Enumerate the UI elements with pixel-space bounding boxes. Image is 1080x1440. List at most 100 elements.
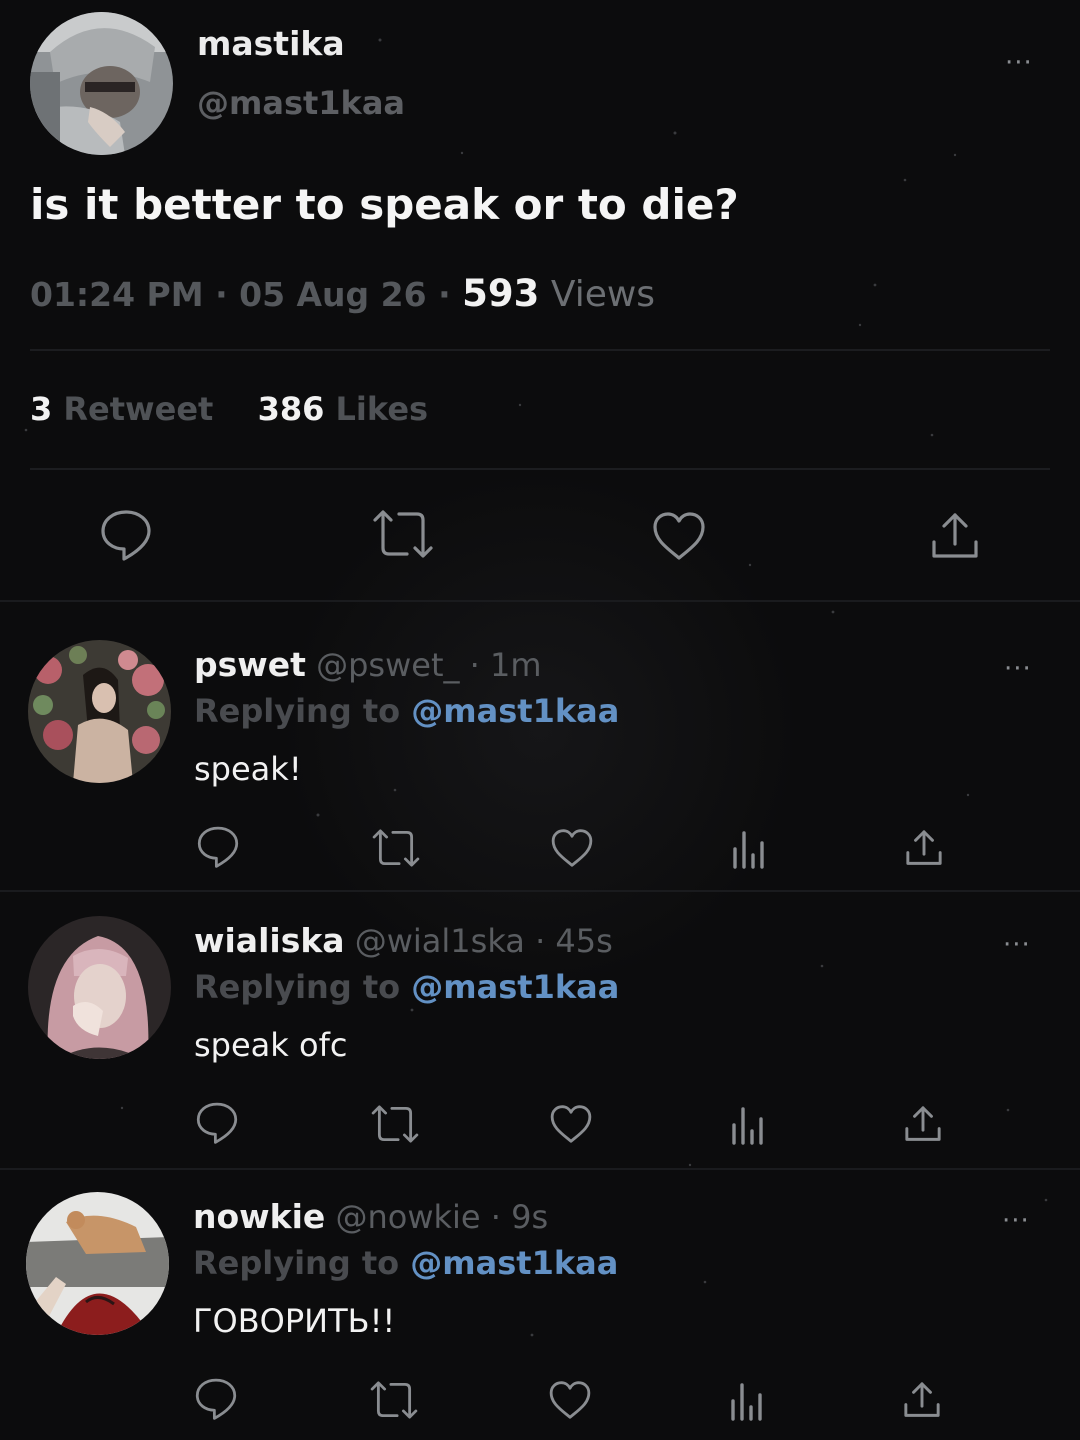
likes-count[interactable]: 386 [258,390,325,428]
reply-icon [101,510,151,561]
avatar-image [28,916,171,1059]
reply-button[interactable] [194,824,242,868]
views-icon [732,1107,763,1145]
user-handle[interactable]: @nowkie [335,1198,480,1236]
views-button[interactable] [728,1104,768,1146]
reply-header: wialiska @wial1ska · 45s [194,921,613,960]
tweet-metadata: 01:24 PM · 05 Aug 26 · 593 Views [30,272,655,315]
share-button[interactable] [902,826,946,870]
tweet-separator [0,600,1080,602]
like-icon [550,1105,592,1143]
tweet-date: 05 Aug 26 [239,275,427,314]
reply-time: 9s [511,1198,549,1236]
retweet-button[interactable] [369,1102,421,1146]
avatar[interactable] [28,640,171,783]
display-name[interactable]: mastika [197,24,345,63]
user-handle[interactable]: @pswet_ [316,646,459,684]
views-button[interactable] [727,1380,767,1422]
share-button[interactable] [900,1378,944,1422]
retweet-button[interactable] [371,506,435,562]
retweet-button[interactable] [368,1378,420,1422]
views-icon [731,1383,762,1421]
separator: · [215,275,228,314]
replying-to: Replying to @mast1kaa [194,968,619,1006]
separator: · [469,646,480,684]
share-button[interactable] [926,508,984,564]
retweet-icon [372,829,420,867]
display-name[interactable]: pswet [194,645,306,684]
views-count: 593 [462,272,540,315]
tweet-separator [0,1168,1080,1170]
divider [30,349,1050,351]
more-options-icon[interactable]: ··· [1003,932,1031,958]
reply-header: nowkie @nowkie · 9s [193,1197,548,1236]
like-button[interactable] [650,508,708,564]
like-button[interactable] [549,826,595,870]
retweet-button[interactable] [370,826,422,870]
retweet-icon [373,510,433,558]
mention-link[interactable]: @mast1kaa [411,692,619,730]
retweet-count[interactable]: 3 [30,390,52,428]
share-button[interactable] [901,1102,945,1146]
separator: · [490,1198,501,1236]
tweet-stats: 3 Retweet 386 Likes [30,390,428,428]
like-icon [549,1381,591,1419]
share-icon [905,1106,941,1141]
like-icon [653,512,705,560]
reply-icon [195,1378,237,1420]
reply-button[interactable] [96,504,156,564]
more-options-icon[interactable]: ··· [1004,656,1032,682]
share-icon [904,1382,940,1417]
display-name[interactable]: nowkie [193,1197,325,1236]
retweet-label[interactable]: Retweet [63,390,213,428]
replying-label: Replying to [194,968,401,1006]
retweet-icon [371,1105,419,1143]
more-options-icon[interactable]: ··· [1002,1208,1030,1234]
separator: · [535,922,546,960]
reply-header: pswet @pswet_ · 1m [194,645,542,684]
tweet-thread-screen: mastika @mast1kaa ··· is it better to sp… [0,0,1080,1440]
mention-link[interactable]: @mast1kaa [411,968,619,1006]
views-button[interactable] [729,828,769,870]
replying-label: Replying to [193,1244,400,1282]
like-button[interactable] [547,1378,593,1422]
mention-link[interactable]: @mast1kaa [410,1244,618,1282]
reply-time: 1m [490,646,542,684]
retweet-icon [370,1381,418,1419]
reply-tweet: nowkie @nowkie · 9s ··· Replying to @mas… [0,1192,1080,1440]
divider [30,468,1050,470]
display-name[interactable]: wialiska [194,921,345,960]
views-label: Views [550,274,656,315]
tweet-time: 01:24 PM [30,275,204,314]
tweet-text: is it better to speak or to die? [30,180,739,229]
replying-label: Replying to [194,692,401,730]
avatar-image [30,12,173,155]
reply-button[interactable] [192,1376,240,1420]
main-tweet: mastika @mast1kaa ··· is it better to sp… [0,0,1080,602]
user-handle[interactable]: @mast1kaa [197,84,405,122]
replying-to: Replying to @mast1kaa [193,1244,618,1282]
more-options-icon[interactable]: ··· [1005,50,1033,76]
reply-text: speak! [194,750,302,788]
reply-icon [197,826,239,868]
like-icon [551,829,593,867]
likes-label[interactable]: Likes [336,390,429,428]
reply-icon [196,1102,238,1144]
reply-time: 45s [555,922,613,960]
tweet-separator [0,890,1080,892]
reply-text: speak ofc [194,1026,348,1064]
avatar[interactable] [26,1192,169,1335]
reply-tweet: pswet @pswet_ · 1m ··· Replying to @mast… [0,640,1080,916]
replying-to: Replying to @mast1kaa [194,692,619,730]
share-icon [906,830,942,865]
avatar[interactable] [30,12,173,155]
reply-text: ГОВОРИТЬ!! [193,1302,396,1340]
reply-tweet: wialiska @wial1ska · 45s ··· Replying to… [0,916,1080,1192]
views-icon [733,831,764,869]
reply-button[interactable] [193,1100,241,1144]
avatar-image [28,640,171,783]
separator: · [438,275,451,314]
avatar[interactable] [28,916,171,1059]
like-button[interactable] [548,1102,594,1146]
user-handle[interactable]: @wial1ska [355,922,525,960]
